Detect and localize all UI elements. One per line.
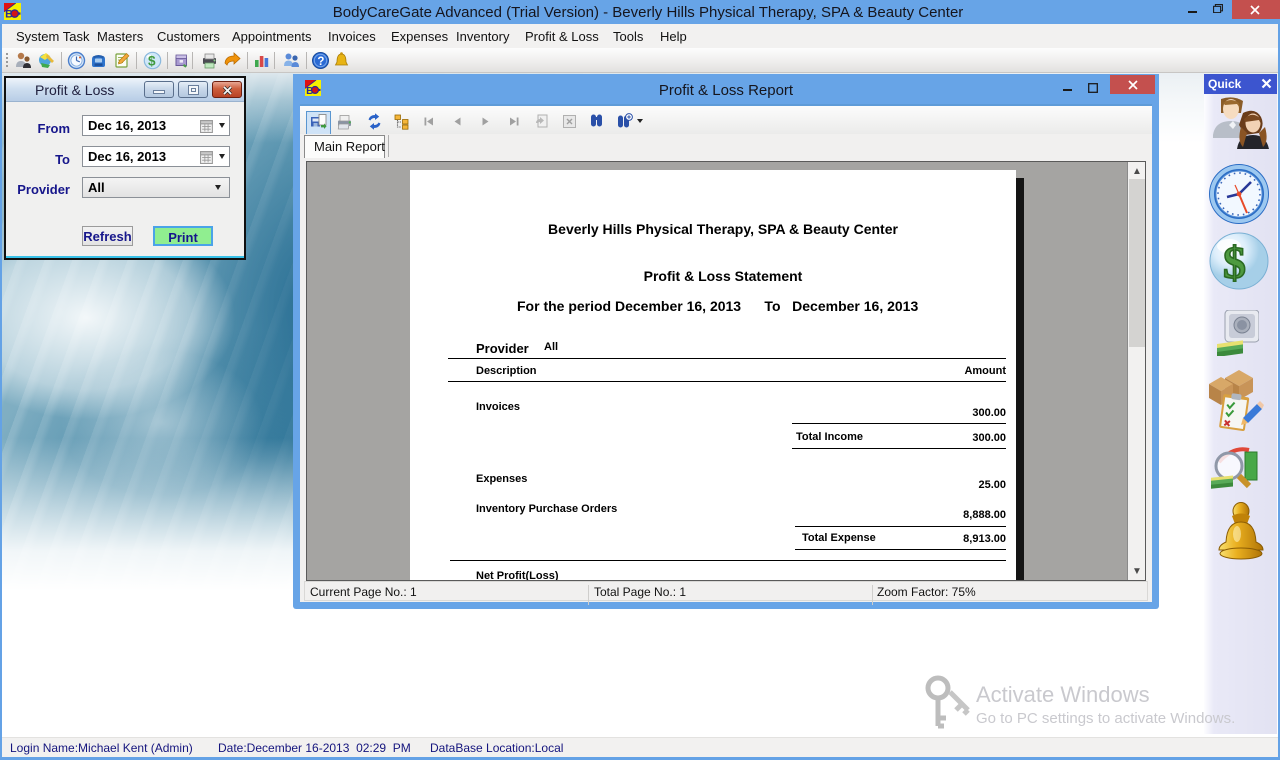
svg-text:$: $ xyxy=(148,53,156,68)
svg-text:$: $ xyxy=(1223,237,1246,288)
svg-text:?: ? xyxy=(317,56,324,68)
